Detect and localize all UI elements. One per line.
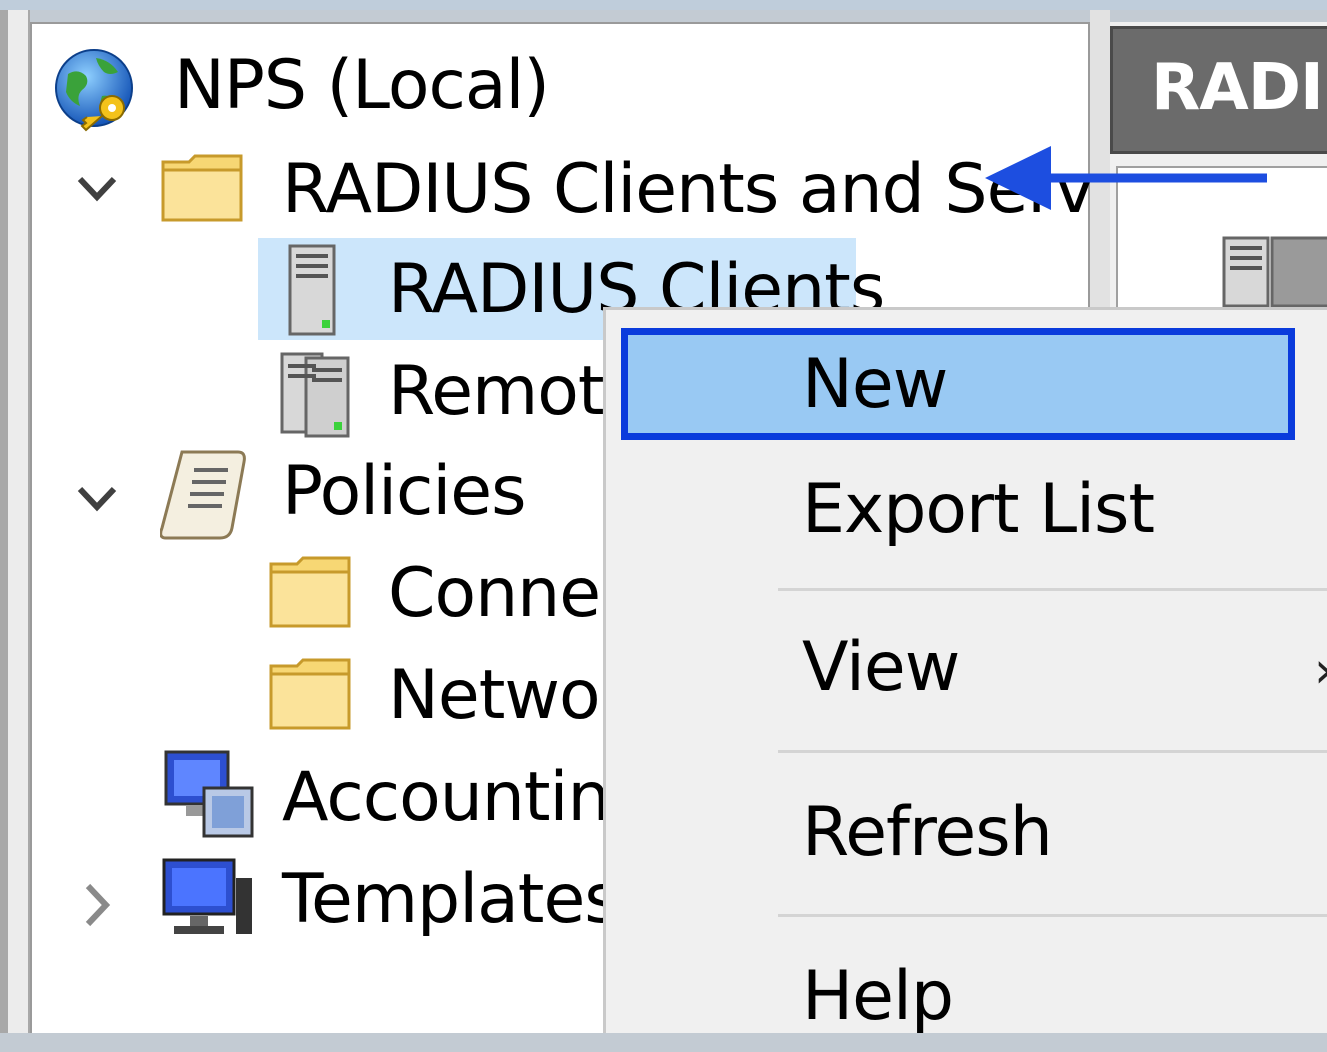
window-left-frame <box>0 10 30 1033</box>
computer-icon <box>160 856 256 946</box>
menu-item-label: Help <box>802 957 954 1036</box>
menu-item-new[interactable]: New <box>606 330 1327 440</box>
tree-item-label: Accounting <box>282 758 653 837</box>
tree-item-policies[interactable]: Policies <box>158 442 618 542</box>
menu-separator <box>778 750 1327 753</box>
context-menu: New Export List View › Refresh Help <box>603 307 1327 1036</box>
tree-item-label: Templates <box>282 860 620 939</box>
tree-item-accounting[interactable]: Accounting <box>158 748 653 848</box>
tree-item-nps-local[interactable]: NPS (Local) <box>48 36 648 136</box>
menu-item-label: Export List <box>802 470 1155 549</box>
menu-item-view[interactable]: View › <box>606 613 1327 723</box>
chevron-right-icon[interactable] <box>80 880 114 939</box>
tree-item-remote[interactable]: Remote <box>280 342 645 442</box>
menu-separator <box>778 914 1327 917</box>
chevron-down-icon[interactable] <box>74 160 120 214</box>
details-pane-title: RADIU <box>1151 51 1327 125</box>
server-icon <box>1222 236 1327 312</box>
menu-item-export-list[interactable]: Export List <box>606 455 1327 565</box>
tree-item-network-policies[interactable]: Networ <box>266 646 628 746</box>
tree-item-connection-request-policies[interactable]: Connec <box>266 544 638 644</box>
menu-item-label: View <box>802 628 960 707</box>
tree-item-label: Policies <box>282 452 527 531</box>
details-pane-header: RADIU <box>1110 26 1327 154</box>
menu-item-label: New <box>802 345 948 424</box>
menu-item-refresh[interactable]: Refresh <box>606 778 1327 888</box>
tree-item-label: Connec <box>388 554 638 633</box>
menu-item-help[interactable]: Help <box>606 942 1327 1052</box>
menu-item-label: Refresh <box>802 793 1053 872</box>
tree-item-label: Networ <box>388 656 628 735</box>
window-top-strip <box>0 0 1327 10</box>
server-group-icon <box>280 352 352 442</box>
folder-icon <box>268 554 354 634</box>
folder-icon <box>160 152 246 228</box>
tree-item-templates[interactable]: Templates <box>158 850 620 950</box>
annotation-arrow-icon <box>985 146 1267 210</box>
server-icon <box>286 244 338 340</box>
accounting-icon <box>160 748 256 844</box>
tree-item-radius-clients-and-servers[interactable]: RADIUS Clients and Servers <box>158 140 1197 240</box>
scroll-icon <box>159 448 246 544</box>
tree-item-label: NPS (Local) <box>174 46 550 125</box>
folder-icon <box>268 656 354 736</box>
chevron-down-icon[interactable] <box>74 470 120 524</box>
submenu-arrow-icon: › <box>1314 641 1327 699</box>
menu-separator <box>778 588 1327 591</box>
globe-key-icon <box>52 46 144 136</box>
